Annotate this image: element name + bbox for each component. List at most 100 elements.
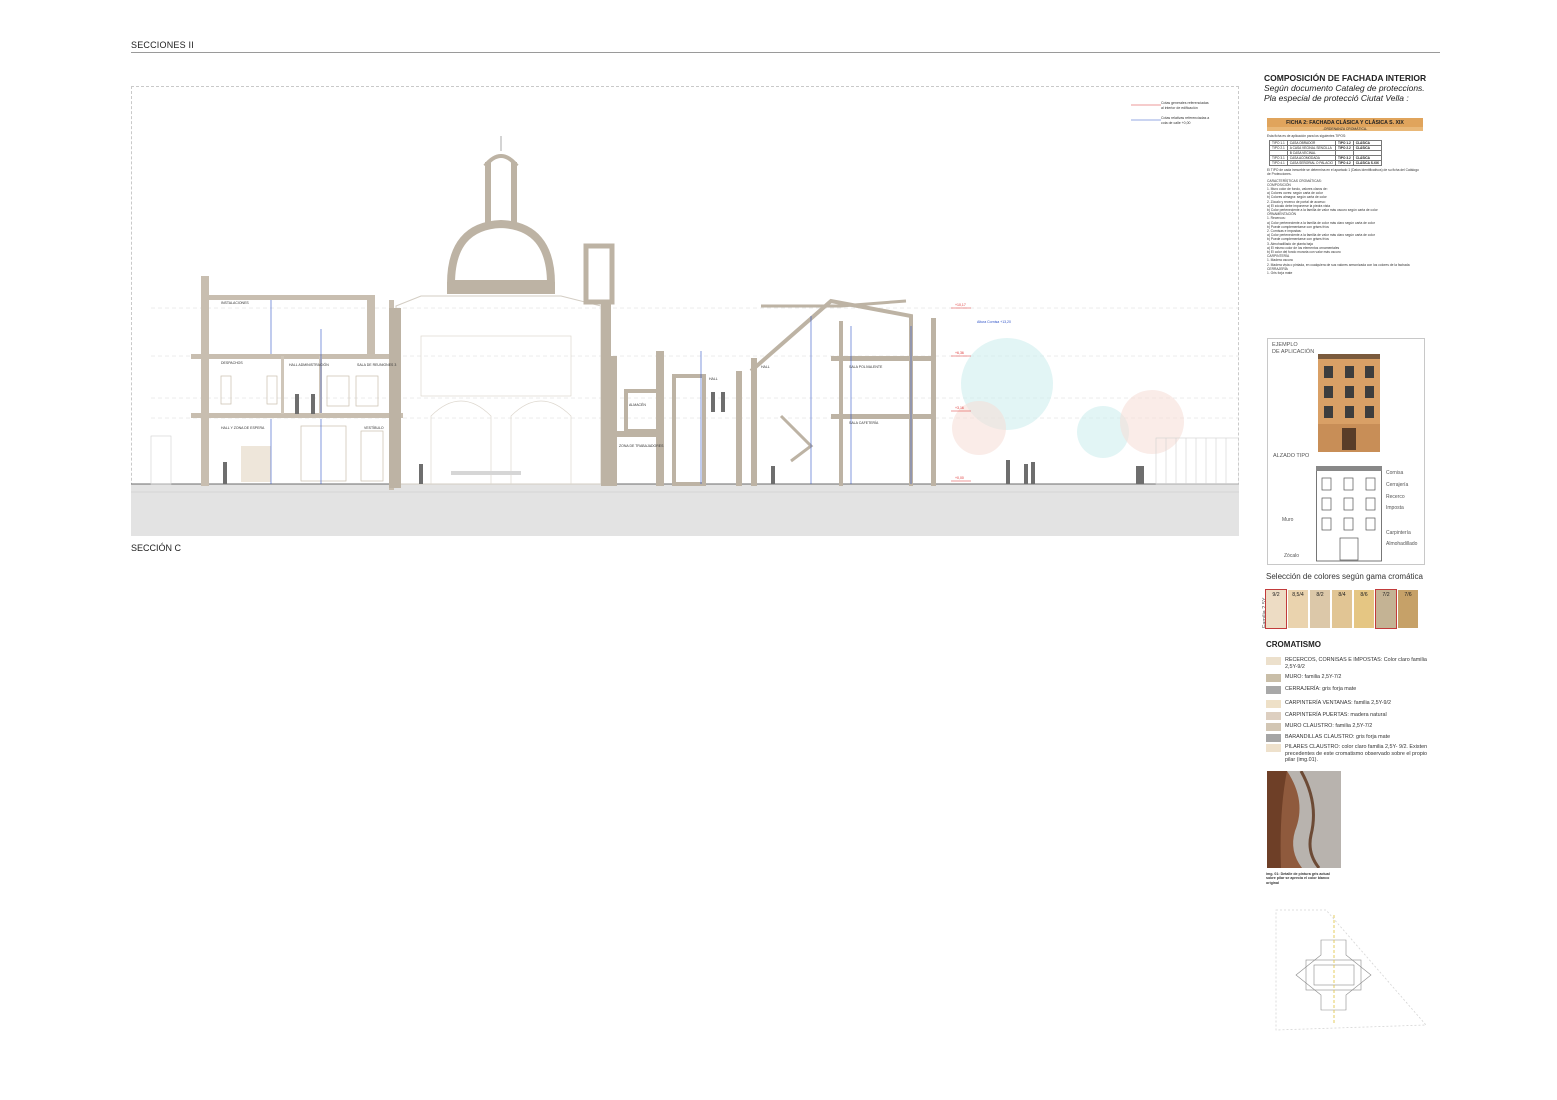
sheet-title: SECCIONES II <box>131 40 194 50</box>
svg-text:HALL ADMINISTRACIÓN: HALL ADMINISTRACIÓN <box>289 362 329 367</box>
color-swatch: 8/6 <box>1354 590 1374 628</box>
svg-text:Cotas generales referenciadas: Cotas generales referenciadas <box>1161 101 1209 105</box>
ficha-note: El TIPO de cada inmueble se determina en… <box>1267 168 1419 177</box>
svg-text:HALL Y ZONA DE ESPERA: HALL Y ZONA DE ESPERA <box>221 426 265 430</box>
svg-text:+0,00: +0,00 <box>955 476 964 480</box>
ficha-cell: TIPO 2.2 <box>1335 145 1354 152</box>
ficha-line: 2. Madera vista o pintada, en cualquiera… <box>1267 262 1410 267</box>
label-almohadillado: Almohadillado <box>1386 541 1418 547</box>
color-swatch: 8,5/4 <box>1288 590 1308 628</box>
swatch-label: 8/6 <box>1360 592 1368 598</box>
cromatismo-chip <box>1266 674 1281 682</box>
cromatismo-title: CROMATISMO <box>1266 640 1321 649</box>
swatch-label: 8,5/4 <box>1292 592 1304 598</box>
cromatismo-text: CARPINTERÍA PUERTAS: madera natural <box>1285 712 1387 718</box>
cromatismo-chip <box>1266 734 1281 742</box>
svg-text:ZONA DE TRABAJADORES: ZONA DE TRABAJADORES <box>619 444 664 448</box>
cromatismo-text: PILARES CLAUSTRO: color claro familia 2,… <box>1285 744 1428 763</box>
church <box>389 136 615 488</box>
label-carpinteria: Carpintería <box>1386 530 1411 536</box>
svg-text:al interior de edificación: al interior de edificación <box>1161 106 1198 110</box>
section-drawing: INSTALACIONES DESPACHOS HALL ADMINISTRAC… <box>131 101 1239 536</box>
cromatismo-text: CERRAJERÍA: gris forja mate <box>1285 686 1357 692</box>
level-legend: Cotas generales referenciadas al interio… <box>1131 101 1209 125</box>
pillar-photo <box>1267 771 1341 868</box>
cromatismo-chip <box>1266 723 1281 731</box>
example-title-1: EJEMPLO <box>1272 342 1298 348</box>
svg-text:HALL: HALL <box>761 365 770 369</box>
ficha-intro: Esta ficha es de aplicación para los sig… <box>1267 134 1347 138</box>
ficha-cell: TIPO 4.2 <box>1335 160 1354 167</box>
cromatismo-text: BARANDILLAS CLAUSTRO: gris forja mate <box>1285 734 1391 740</box>
ficha-cell: A CASA VECINAL SENCILLA <box>1286 145 1337 152</box>
alzado-label: ALZADO TIPO <box>1273 453 1310 459</box>
panel-title: COMPOSICIÓN DE FACHADA INTERIOR <box>1264 73 1427 83</box>
svg-text:cota de calle +0,00: cota de calle +0,00 <box>1161 121 1191 125</box>
svg-text:ALMACÉN: ALMACÉN <box>629 402 646 407</box>
ficha-cell: TIPO 2.1 <box>1269 145 1288 152</box>
label-cerrajeria: Cerrajería <box>1386 482 1409 488</box>
panel-subtitle-1: Según documento Cataleg de proteccions. <box>1264 83 1425 93</box>
svg-text:DESPACHOS: DESPACHOS <box>221 361 243 365</box>
cromatismo-chip <box>1266 744 1281 752</box>
section-label: SECCIÓN C <box>131 543 182 553</box>
svg-text:+10,17: +10,17 <box>955 303 966 307</box>
svg-text:+6,36: +6,36 <box>955 351 964 355</box>
color-swatch: 8/4 <box>1332 590 1352 628</box>
svg-text:Altura Cornisa +13,20: Altura Cornisa +13,20 <box>977 320 1011 324</box>
swatch-label: 8/4 <box>1338 592 1346 598</box>
ficha-cell: TIPO 4.1 <box>1269 160 1288 167</box>
svg-text:SALA POLIVALENTE: SALA POLIVALENTE <box>849 365 883 369</box>
cromatismo-text: MURO CLAUSTRO: familia 2,5Y-7/2 <box>1285 723 1373 729</box>
swatch-label: 9/2 <box>1272 592 1280 598</box>
center-block <box>609 298 936 486</box>
example-box: EJEMPLO DE APLICACIÓN ALZADO TIPO Cornis… <box>1267 338 1425 565</box>
photo-caption: img. 01: Detalle de pintura gris actual … <box>1266 872 1330 885</box>
facade-line <box>1316 466 1382 562</box>
svg-text:SALA CAFETERÍA: SALA CAFETERÍA <box>849 421 879 425</box>
ficha-cell: CASA SEÑORIAL O PALACIO <box>1286 160 1337 167</box>
ficha-subhead: -ORDENANZA CROMÁTICA- <box>1267 127 1423 131</box>
ficha-cell: TIPO 3.2 <box>1335 155 1354 162</box>
cromatismo-chip <box>1266 700 1281 708</box>
color-swatch: 8/2 <box>1310 590 1330 628</box>
cromatismo-chip <box>1266 686 1281 694</box>
color-swatch: 7/2 <box>1375 589 1397 629</box>
label-muro: Muro <box>1282 517 1294 523</box>
panel-subtitle: Según documento Cataleg de proteccions. … <box>1264 83 1444 103</box>
ficha-cell: TIPO 3.1 <box>1269 155 1288 162</box>
label-imposta: Imposta <box>1386 505 1404 511</box>
ficha-row: TIPO 4.1 CASA SEÑORIAL O PALACIO TIPO 4.2 C… <box>1269 160 1382 167</box>
svg-text:VESTÍBULO: VESTÍBULO <box>364 426 384 430</box>
ficha-head: FICHA 2: FACHADA CLÁSICA Y CLÁSICA S. XI… <box>1267 118 1423 127</box>
cromatismo-chip <box>1266 657 1281 665</box>
svg-text:HALL: HALL <box>709 377 718 381</box>
swatch-label: 8/2 <box>1316 592 1324 598</box>
svg-text:INSTALACIONES: INSTALACIONES <box>221 301 249 305</box>
svg-text:SALA DE REUNIONES 3: SALA DE REUNIONES 3 <box>357 363 396 367</box>
label-cornisa: Cornisa <box>1386 470 1404 476</box>
cromatismo-text: MURO: familia 2,5Y-7/2 <box>1285 674 1342 680</box>
header-rule <box>131 52 1440 53</box>
cromatismo-text: RECERCOS, CORNISAS E IMPOSTAS: Color cla… <box>1285 657 1427 670</box>
ficha-cell: CLÁSICA S.XIX <box>1352 160 1382 167</box>
cromatismo-chip <box>1266 712 1281 720</box>
color-swatch: 7/6 <box>1398 590 1418 628</box>
facade-example <box>1318 354 1380 452</box>
ficha-lines: CARACTERÍSTICAS CROMÁTICAS: COMPOSICIÓN 1.… <box>1267 179 1423 276</box>
swatch-label: 7/6 <box>1404 592 1412 598</box>
example-title-2: DE APLICACIÓN <box>1272 349 1315 355</box>
label-recerco: Recerco <box>1386 494 1405 500</box>
ficha-line: 1. Gris forja mate <box>1267 271 1293 276</box>
ficha-cell: TIPO 1.2 <box>1335 140 1354 147</box>
cromatismo-text: CARPINTERÍA VENTANAS: familia 2,5Y-9/2 <box>1285 700 1392 706</box>
color-swatch: 9/2 <box>1265 589 1287 629</box>
ficha-card: FICHA 2: FACHADA CLÁSICA Y CLÁSICA S. XI… <box>1267 118 1423 328</box>
svg-text:Cotas relativas referenciadas: Cotas relativas referenciadas a <box>1161 116 1209 120</box>
swatch-label: 7/2 <box>1382 592 1390 598</box>
ficha-cell: TIPO 1.1 <box>1269 140 1288 147</box>
location-plan <box>1275 909 1427 1031</box>
selection-title: Selección de colores según gama cromátic… <box>1266 572 1423 581</box>
panel-subtitle-2: Pla especial de protecció Ciutat Vella : <box>1264 93 1409 103</box>
ficha-types-table: TIPO 1.1 CASA OBRADOR TIPO 1.2 CLÁSICA TIPO … <box>1269 140 1382 167</box>
